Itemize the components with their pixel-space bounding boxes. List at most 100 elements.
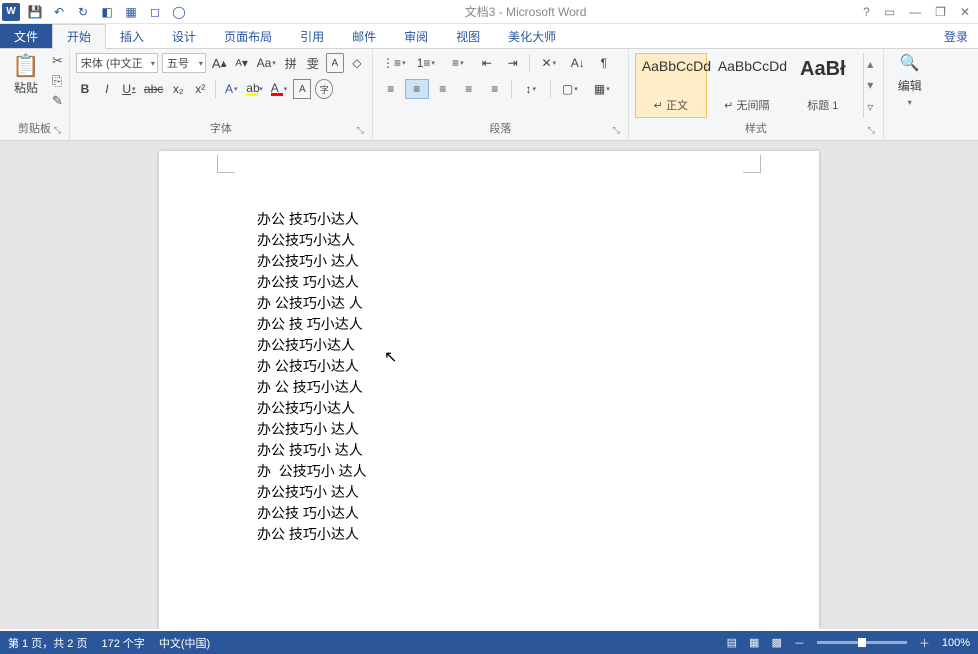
style-normal[interactable]: AaBbCcDd ↵ 正文 bbox=[635, 53, 707, 118]
styles-launcher-icon[interactable]: ⤡ bbox=[868, 125, 875, 136]
print-layout-icon[interactable]: ▦ bbox=[749, 636, 759, 649]
font-color-button[interactable]: A bbox=[269, 79, 290, 99]
text-line[interactable]: 办 公技巧小 达人 bbox=[257, 461, 819, 482]
cut-icon[interactable]: ✂ bbox=[52, 53, 63, 69]
tab-file[interactable]: 文件 bbox=[0, 24, 52, 48]
italic-button[interactable]: I bbox=[98, 79, 116, 99]
document-text[interactable]: 办公 技巧小达人办公技巧小达人办公技巧小 达人办公技 巧小达人办 公技巧小达 人… bbox=[159, 209, 819, 545]
document-area[interactable]: 办公 技巧小达人办公技巧小达人办公技巧小 达人办公技 巧小达人办 公技巧小达 人… bbox=[0, 141, 978, 629]
font-name-select[interactable]: 宋体 (中文正 bbox=[76, 53, 158, 73]
save-icon[interactable]: 💾 bbox=[26, 3, 44, 21]
phonetic-guide-icon[interactable]: 拼 bbox=[282, 53, 300, 73]
paste-button[interactable]: 📋 粘贴 bbox=[6, 53, 46, 96]
subscript-button[interactable]: x₂ bbox=[169, 79, 187, 99]
text-line[interactable]: 办公技巧小 达人 bbox=[257, 251, 819, 272]
paragraph-launcher-icon[interactable]: ⤡ bbox=[613, 125, 620, 136]
tab-design[interactable]: 设计 bbox=[158, 24, 210, 48]
format-painter-icon[interactable]: ✎ bbox=[52, 93, 63, 109]
text-line[interactable]: 办 公技巧小达 人 bbox=[257, 293, 819, 314]
text-line[interactable]: 办公技巧小达人 bbox=[257, 335, 819, 356]
clipboard-launcher-icon[interactable]: ⤡ bbox=[54, 125, 61, 136]
text-line[interactable]: 办公 技巧小达人 bbox=[257, 524, 819, 545]
text-line[interactable]: 办公技巧小 达人 bbox=[257, 482, 819, 503]
text-line[interactable]: 办 公 技巧小达人 bbox=[257, 377, 819, 398]
style-heading1[interactable]: AaBł 标题 1 bbox=[787, 53, 859, 118]
highlight-button[interactable]: ab bbox=[244, 79, 265, 99]
restore-icon[interactable]: ❐ bbox=[935, 5, 946, 19]
text-line[interactable]: 办公 技巧小达人 bbox=[257, 209, 819, 230]
tab-beautify[interactable]: 美化大师 bbox=[494, 24, 570, 48]
zoom-in-icon[interactable]: ＋ bbox=[919, 635, 930, 651]
font-launcher-icon[interactable]: ⤡ bbox=[357, 125, 364, 136]
tab-layout[interactable]: 页面布局 bbox=[210, 24, 286, 48]
align-left-button[interactable]: ≡ bbox=[379, 79, 403, 99]
style-no-spacing[interactable]: AaBbCcDd ↵ 无间隔 bbox=[711, 53, 783, 118]
enclose-char-icon[interactable]: A bbox=[326, 53, 344, 73]
find-button[interactable]: 🔍 编辑 ▾ bbox=[890, 53, 930, 107]
line-spacing-button[interactable]: ↕ bbox=[516, 79, 546, 99]
superscript-button[interactable]: x² bbox=[191, 79, 209, 99]
tab-review[interactable]: 审阅 bbox=[390, 24, 442, 48]
text-line[interactable]: 办公 技巧小 达人 bbox=[257, 440, 819, 461]
char-shading-icon[interactable]: A bbox=[293, 79, 311, 99]
bullets-button[interactable]: ⋮≡ bbox=[379, 53, 409, 73]
zoom-level[interactable]: 100% bbox=[942, 637, 970, 649]
change-case-button[interactable]: Aa bbox=[255, 53, 278, 73]
ribbon-toggle-icon[interactable]: ▭ bbox=[884, 5, 895, 19]
text-line[interactable]: 办公技巧小达人 bbox=[257, 398, 819, 419]
tab-home[interactable]: 开始 bbox=[52, 24, 106, 49]
read-mode-icon[interactable]: ▤ bbox=[727, 636, 737, 649]
shapes-icon[interactable]: ◧ bbox=[98, 3, 116, 21]
copy-icon[interactable]: ⎘ bbox=[52, 73, 63, 89]
page[interactable]: 办公 技巧小达人办公技巧小达人办公技巧小 达人办公技 巧小达人办 公技巧小达 人… bbox=[159, 151, 819, 629]
minimize-icon[interactable]: — bbox=[909, 5, 921, 19]
text-line[interactable]: 办公技巧小 达人 bbox=[257, 419, 819, 440]
clear-format-icon[interactable]: ◇ bbox=[348, 53, 366, 73]
borders-button[interactable]: ▦ bbox=[587, 79, 617, 99]
sort-icon[interactable]: A↓ bbox=[566, 53, 590, 73]
text-line[interactable]: 办公技 巧小达人 bbox=[257, 272, 819, 293]
numbering-button[interactable]: 1≡ bbox=[411, 53, 441, 73]
shrink-font-icon[interactable]: A▾ bbox=[233, 53, 251, 73]
text-line[interactable]: 办公技 巧小达人 bbox=[257, 503, 819, 524]
text-direction-button[interactable]: ✕ bbox=[534, 53, 564, 73]
status-language[interactable]: 中文(中国) bbox=[159, 635, 210, 651]
undo-icon[interactable]: ↶ bbox=[50, 3, 68, 21]
tab-insert[interactable]: 插入 bbox=[106, 24, 158, 48]
enclose-char2-icon[interactable]: 字 bbox=[315, 79, 333, 99]
strikethrough-button[interactable]: abc bbox=[142, 79, 165, 99]
tab-view[interactable]: 视图 bbox=[442, 24, 494, 48]
redo-icon[interactable]: ↻ bbox=[74, 3, 92, 21]
status-words[interactable]: 172 个字 bbox=[101, 635, 144, 651]
text-effects-button[interactable]: A bbox=[222, 79, 240, 99]
help-icon[interactable]: ? bbox=[863, 5, 870, 19]
new-icon[interactable]: ◻ bbox=[146, 3, 164, 21]
tab-mailings[interactable]: 邮件 bbox=[338, 24, 390, 48]
text-line[interactable]: 办公技巧小达人 bbox=[257, 230, 819, 251]
zoom-out-icon[interactable]: － bbox=[794, 635, 805, 651]
underline-button[interactable]: U bbox=[120, 79, 138, 99]
grow-font-icon[interactable]: A▴ bbox=[210, 53, 229, 73]
increase-indent-icon[interactable]: ⇥ bbox=[501, 53, 525, 73]
align-center-button[interactable]: ≡ bbox=[405, 79, 429, 99]
shading-button[interactable]: ▢ bbox=[555, 79, 585, 99]
login-button[interactable]: 登录 bbox=[934, 24, 978, 48]
zoom-thumb[interactable] bbox=[858, 638, 866, 647]
web-layout-icon[interactable]: ▩ bbox=[771, 636, 781, 649]
close-icon[interactable]: ✕ bbox=[960, 5, 970, 19]
status-page[interactable]: 第 1 页，共 2 页 bbox=[8, 635, 87, 651]
text-line[interactable]: 办 公技巧小达人 bbox=[257, 356, 819, 377]
tab-references[interactable]: 引用 bbox=[286, 24, 338, 48]
styles-more-button[interactable]: ▴▾▿ bbox=[863, 53, 877, 118]
align-distribute-button[interactable]: ≡ bbox=[483, 79, 507, 99]
decrease-indent-icon[interactable]: ⇤ bbox=[475, 53, 499, 73]
font-size-select[interactable]: 五号 bbox=[162, 53, 206, 73]
zoom-slider[interactable] bbox=[817, 641, 907, 644]
show-marks-icon[interactable]: ¶ bbox=[592, 53, 616, 73]
circle-icon[interactable]: ◯ bbox=[170, 3, 188, 21]
bold-button[interactable]: B bbox=[76, 79, 94, 99]
text-line[interactable]: 办公 技 巧小达人 bbox=[257, 314, 819, 335]
multilevel-button[interactable]: ≡ bbox=[443, 53, 473, 73]
table-icon[interactable]: ▦ bbox=[122, 3, 140, 21]
char-border-icon[interactable]: 雯 bbox=[304, 53, 322, 73]
